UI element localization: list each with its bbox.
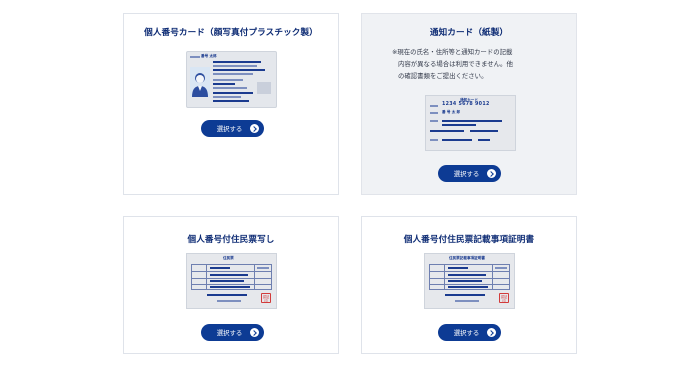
select-button-label: 選択する xyxy=(453,170,480,178)
residence-certificate-illustration: 住民票 認証印 xyxy=(186,253,277,309)
chevron-right-icon xyxy=(487,169,496,178)
option-card-residence-certificate[interactable]: 個人番号付住民票写し 住民票 認証印 選択する xyxy=(123,216,339,354)
illustration-header: 住民票 xyxy=(223,256,234,260)
option-card-notification-card[interactable]: 通知カード（紙製） ※現在の氏名・住所等と通知カードの記載 内容が異なる場合は利… xyxy=(361,13,577,195)
select-button-label: 選択する xyxy=(453,329,480,337)
option-card-residence-record-certificate[interactable]: 個人番号付住民票記載事項証明書 住民票記載事項証明書 認証印 選択する xyxy=(361,216,577,354)
notification-card-illustration: 通知カード 1234 5678 9012 番 号 太 郎 xyxy=(425,95,516,151)
illustration-name: 番号 太郎 xyxy=(201,54,217,58)
card-title: 個人番号付住民票写し xyxy=(187,235,275,245)
notice-text: ※現在の氏名・住所等と通知カードの記載 内容が異なる場合は利用できません。他 の… xyxy=(392,46,562,82)
mynumber-card-illustration: 番号 太郎 xyxy=(186,51,277,108)
select-button-label: 選択する xyxy=(216,329,243,337)
person-photo-icon xyxy=(190,67,210,97)
select-button-label: 選択する xyxy=(216,125,243,133)
residence-record-certificate-illustration: 住民票記載事項証明書 認証印 xyxy=(424,253,515,309)
select-button[interactable]: 選択する xyxy=(201,324,264,341)
card-title: 個人番号付住民票記載事項証明書 xyxy=(403,235,535,245)
card-title: 個人番号カード（顔写真付プラスチック製） xyxy=(144,28,318,38)
select-button[interactable]: 選択する xyxy=(201,120,264,137)
card-title: 通知カード（紙製） xyxy=(429,28,509,38)
illustration-name: 番 号 太 郎 xyxy=(442,110,461,114)
notice-line: ※現在の氏名・住所等と通知カードの記載 xyxy=(392,48,513,56)
chevron-right-icon xyxy=(487,328,496,337)
certification-stamp: 認証印 xyxy=(261,293,271,303)
notice-line: の確認書類をご提出ください。 xyxy=(398,72,488,80)
option-card-mynumber-card[interactable]: 個人番号カード（顔写真付プラスチック製） 番号 太郎 選択する xyxy=(123,13,339,195)
select-button[interactable]: 選択する xyxy=(438,165,501,182)
certification-stamp: 認証印 xyxy=(499,293,509,303)
chevron-right-icon xyxy=(250,124,259,133)
chevron-right-icon xyxy=(250,328,259,337)
select-button[interactable]: 選択する xyxy=(438,324,501,341)
illustration-header: 住民票記載事項証明書 xyxy=(449,256,485,260)
illustration-number: 1234 5678 9012 xyxy=(442,102,490,107)
notice-line: 内容が異なる場合は利用できません。他 xyxy=(398,60,513,68)
